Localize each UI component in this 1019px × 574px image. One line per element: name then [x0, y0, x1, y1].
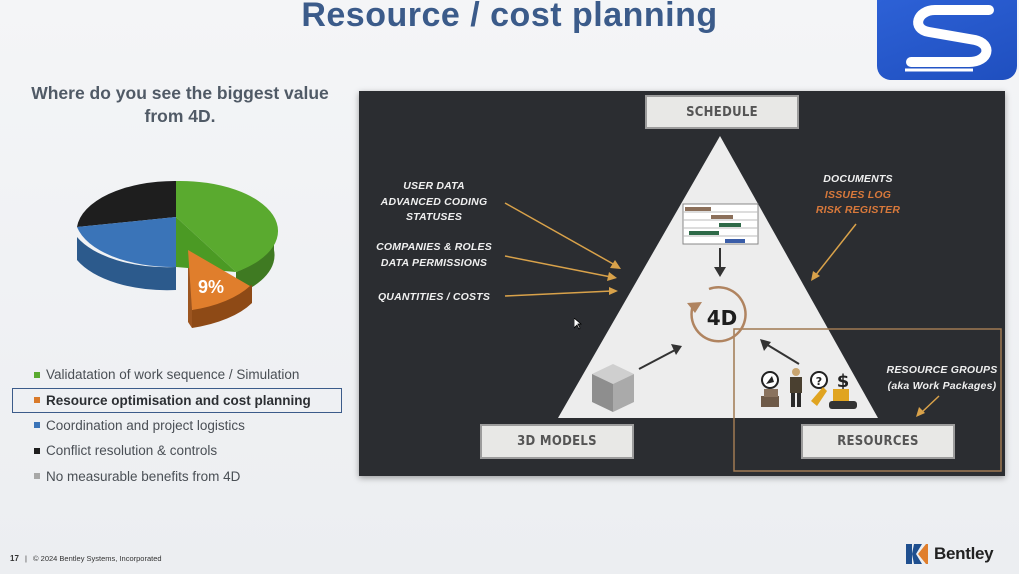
bentley-wordmark: Bentley — [934, 544, 994, 563]
companies-roles-annotation: COMPANIES & ROLES DATA PERMISSIONS — [376, 241, 492, 269]
svg-text:?: ? — [816, 375, 822, 388]
user-data-annotation: USER DATA ADVANCED CODING STATUSES — [380, 180, 488, 223]
legend-label: No measurable benefits from 4D — [46, 468, 241, 484]
legend-swatch — [34, 422, 40, 429]
synchro-logo — [877, 0, 1017, 80]
legend-label: Coordination and project logistics — [46, 417, 245, 433]
schedule-box: SCHEDULE — [645, 95, 799, 129]
legend-swatch — [34, 371, 40, 378]
bentley-brand: Bentley — [906, 544, 994, 564]
quantities-costs-annotation: QUANTITIES / COSTS — [377, 291, 491, 303]
pie-chart: 9% — [77, 180, 279, 328]
copyright-text: © 2024 Bentley Systems, Incorporated — [33, 554, 162, 563]
resource-groups-annotation: RESOURCE GROUPS (aka Work Packages) — [886, 364, 998, 392]
slide-title: Resource / cost planning — [301, 0, 718, 34]
center-4d-label: 4D — [707, 306, 738, 330]
documents-annotation: DOCUMENTS ISSUES LOG RISK REGISTER — [815, 173, 901, 216]
mouse-cursor-icon — [574, 318, 582, 330]
resources-box: RESOURCES — [801, 424, 955, 459]
pie-percent-label: 9% — [198, 277, 224, 297]
worker-icon — [792, 368, 800, 376]
legend-swatch — [34, 447, 40, 454]
4d-diagram-panel: 4D ? $ SCHEDULE 3D MODELS RESOURCES USER… — [359, 91, 1005, 476]
legend-item: Conflict resolution & controls — [12, 438, 342, 464]
legend-item-selected: Resource optimisation and cost planning — [12, 387, 342, 413]
legend-item: No measurable benefits from 4D — [12, 464, 342, 490]
dollar-icon: $ — [837, 371, 850, 392]
legend-swatch — [34, 397, 40, 403]
legend-item: Validatation of work sequence / Simulati… — [12, 362, 342, 388]
poll-legend: Validatation of work sequence / Simulati… — [12, 362, 342, 489]
legend-swatch — [34, 473, 40, 480]
gantt-chart-icon — [682, 203, 759, 245]
materials-icon — [761, 396, 779, 407]
3d-models-box: 3D MODELS — [480, 424, 634, 459]
bentley-logo-icon — [906, 544, 928, 564]
legend-label: Conflict resolution & controls — [46, 443, 218, 459]
page-number: 17 — [10, 554, 19, 563]
poll-question: Where do you see the biggest value from … — [31, 83, 329, 126]
slide-footer: 17 | © 2024 Bentley Systems, Incorporate… — [10, 554, 162, 563]
4d-diagram: 4D ? $ — [504, 136, 1002, 472]
legend-item: Coordination and project logistics — [12, 413, 342, 439]
3d-model-cube-icon — [592, 364, 634, 412]
synchro-s-icon — [905, 5, 994, 72]
legend-label: Validatation of work sequence / Simulati… — [46, 367, 300, 383]
legend-label: Resource optimisation and cost planning — [46, 392, 311, 408]
